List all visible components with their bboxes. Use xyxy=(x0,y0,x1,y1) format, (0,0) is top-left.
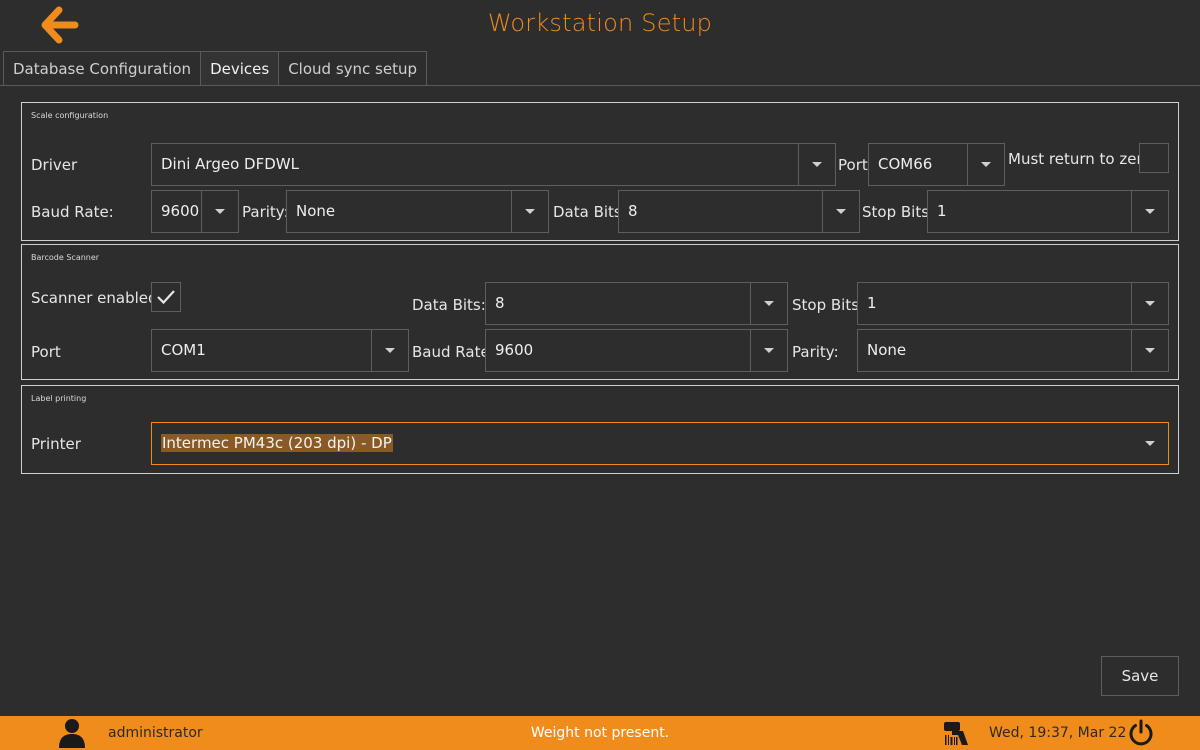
parity-value: None xyxy=(867,341,907,359)
baud-rate-value: 9600 xyxy=(495,341,534,359)
chevron-down-icon[interactable] xyxy=(1131,330,1168,371)
driver-value: Dini Argeo DFDWL xyxy=(161,155,299,173)
baud-rate-select[interactable]: 9600 xyxy=(151,190,239,233)
port-value: COM66 xyxy=(878,155,933,173)
port-label: Port xyxy=(31,343,61,361)
printer-select[interactable]: Intermec PM43c (203 dpi) - DP xyxy=(151,422,1169,465)
chevron-down-icon[interactable] xyxy=(1131,283,1168,324)
stop-bits-select[interactable]: 1 xyxy=(857,282,1169,325)
group-title: Label printing xyxy=(31,394,87,403)
must-return-to-zero-checkbox[interactable] xyxy=(1139,143,1169,173)
stop-bits-select[interactable]: 1 xyxy=(927,190,1169,233)
group-title: Scale configuration xyxy=(31,111,109,120)
port-label: Port xyxy=(838,156,868,174)
group-title: Barcode Scanner xyxy=(31,253,100,262)
stop-bits-label: Stop Bits: xyxy=(862,203,935,221)
barcode-scanner-group: Barcode Scanner Scanner enabled: Data Bi… xyxy=(21,244,1179,380)
driver-label: Driver xyxy=(31,156,78,174)
chevron-down-icon[interactable] xyxy=(1131,191,1168,232)
port-select[interactable]: COM66 xyxy=(868,143,1005,186)
tab-bar: Database Configuration Devices Cloud syn… xyxy=(3,51,427,86)
label-printing-group: Label printing Printer Intermec PM43c (2… xyxy=(21,385,1179,474)
baud-rate-select[interactable]: 9600 xyxy=(485,329,788,372)
stop-bits-label: Stop Bits: xyxy=(792,296,865,314)
tab-database-configuration[interactable]: Database Configuration xyxy=(3,51,202,86)
port-select[interactable]: COM1 xyxy=(151,329,409,372)
tab-devices[interactable]: Devices xyxy=(200,51,280,86)
baud-rate-value: 9600 xyxy=(161,202,200,220)
printer-label: Printer xyxy=(31,435,81,453)
chevron-down-icon[interactable] xyxy=(511,191,548,232)
stop-bits-value: 1 xyxy=(937,202,947,220)
save-button[interactable]: Save xyxy=(1101,656,1179,696)
chevron-down-icon[interactable] xyxy=(750,330,787,371)
data-bits-label: Data Bits: xyxy=(553,203,627,221)
scanner-enabled-label: Scanner enabled: xyxy=(31,289,163,307)
parity-value: None xyxy=(296,202,336,220)
chevron-down-icon[interactable] xyxy=(750,283,787,324)
chevron-down-icon[interactable] xyxy=(967,144,1004,185)
tab-cloud-sync-setup[interactable]: Cloud sync setup xyxy=(278,51,427,86)
parity-label: Parity: xyxy=(792,343,839,361)
chevron-down-icon[interactable] xyxy=(201,191,238,232)
chevron-down-icon[interactable] xyxy=(1131,423,1168,464)
barcode-scanner-icon[interactable] xyxy=(943,719,971,747)
scale-configuration-group: Scale configuration Driver Dini Argeo DF… xyxy=(21,102,1179,241)
chevron-down-icon[interactable] xyxy=(798,144,835,185)
port-value: COM1 xyxy=(161,341,206,359)
page-title: Workstation Setup xyxy=(487,9,713,37)
scanner-enabled-checkbox[interactable] xyxy=(151,282,181,312)
status-bar: administrator Weight not present. Wed, 1… xyxy=(0,716,1200,750)
tab-divider xyxy=(0,85,1200,86)
data-bits-value: 8 xyxy=(628,202,638,220)
datetime: Wed, 19:37, Mar 22 xyxy=(989,725,1127,741)
data-bits-label: Data Bits: xyxy=(412,296,486,314)
parity-select[interactable]: None xyxy=(286,190,549,233)
driver-select[interactable]: Dini Argeo DFDWL xyxy=(151,143,836,186)
data-bits-value: 8 xyxy=(495,294,505,312)
baud-rate-label: Baud Rate: xyxy=(31,203,114,221)
baud-rate-label: Baud Rate: xyxy=(412,343,495,361)
parity-select[interactable]: None xyxy=(857,329,1169,372)
parity-label: Parity: xyxy=(242,203,289,221)
checkmark-icon xyxy=(157,290,175,305)
chevron-down-icon[interactable] xyxy=(822,191,859,232)
power-icon[interactable] xyxy=(1127,719,1155,747)
stop-bits-value: 1 xyxy=(867,294,877,312)
data-bits-select[interactable]: 8 xyxy=(485,282,788,325)
data-bits-select[interactable]: 8 xyxy=(618,190,860,233)
printer-value: Intermec PM43c (203 dpi) - DP xyxy=(161,434,393,452)
must-return-to-zero-label: Must return to zero xyxy=(1008,150,1152,168)
chevron-down-icon[interactable] xyxy=(371,330,408,371)
